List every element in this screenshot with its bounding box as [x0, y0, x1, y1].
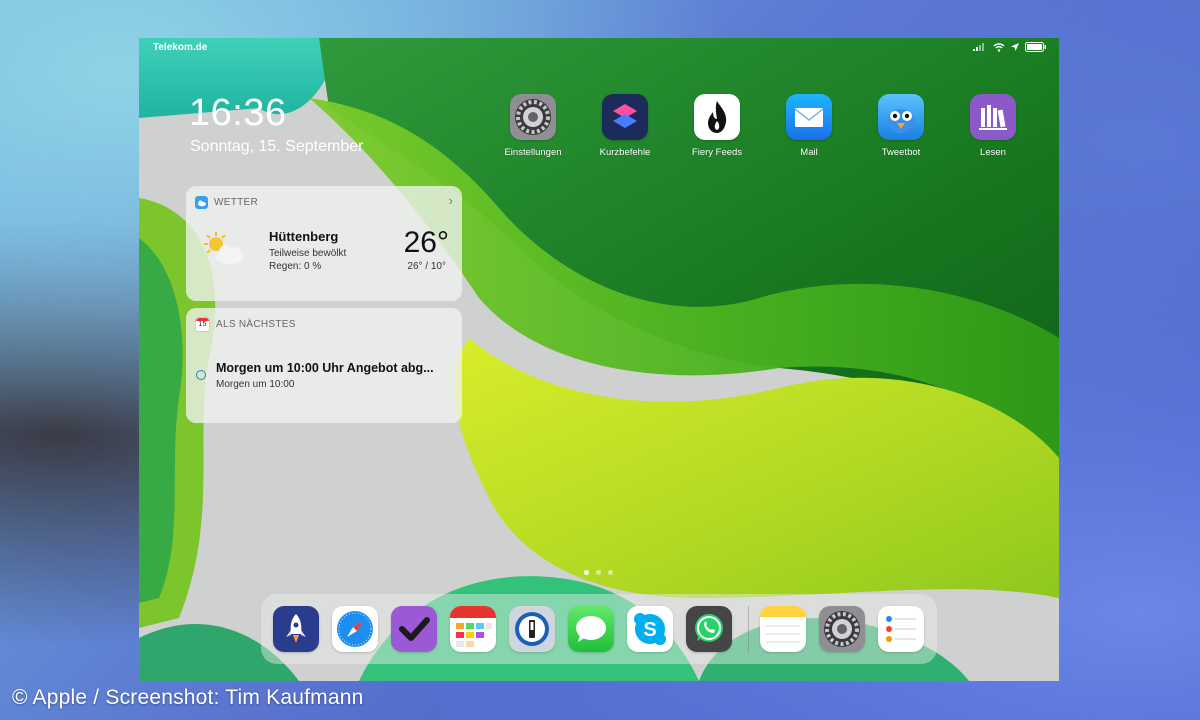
dock: S	[261, 594, 937, 664]
page-dot[interactable]	[584, 570, 589, 575]
password-manager-icon[interactable]	[509, 606, 555, 652]
weather-widget-title: WETTER	[214, 196, 259, 208]
app-einstellungen[interactable]: Einstellungen	[487, 94, 579, 158]
upnext-widget[interactable]: 15 ALS NÄCHSTES Morgen um 10:00 Uhr Ange…	[186, 308, 462, 423]
notes-icon[interactable]	[760, 606, 806, 652]
app-fiery-feeds[interactable]: Fiery Feeds	[671, 94, 763, 158]
calendar-day: 15	[198, 320, 207, 328]
weather-widget[interactable]: WETTER › Hüttenberg Teilweise bewölkt Re…	[186, 186, 462, 301]
weather-condition: Teilweise bewölkt	[269, 248, 347, 259]
svg-text:S: S	[643, 619, 656, 641]
wifi-icon	[993, 42, 1005, 52]
tweetbot-icon	[878, 94, 924, 140]
location-arrow-icon	[1011, 43, 1019, 51]
settings-icon	[510, 94, 556, 140]
app-label: Fiery Feeds	[691, 147, 743, 158]
fantastical-calendar-icon[interactable]	[450, 606, 496, 652]
app-label: Lesen	[980, 147, 1006, 158]
safari-icon[interactable]	[332, 606, 378, 652]
ipad-screen: Telekom.de 16:36 Sonntag, 15. September …	[139, 38, 1059, 681]
upnext-widget-title: ALS NÄCHSTES	[216, 318, 296, 330]
photo-credit: © Apple / Screenshot: Tim Kaufmann	[12, 686, 364, 709]
page-dot[interactable]	[596, 570, 601, 575]
reminders-icon[interactable]	[878, 606, 924, 652]
app-label: Mail	[800, 147, 818, 158]
rocket-icon[interactable]	[273, 606, 319, 652]
checkmark-icon[interactable]	[391, 606, 437, 652]
whatsapp-icon[interactable]	[686, 606, 732, 652]
app-label: Einstellungen	[504, 147, 562, 158]
app-mail[interactable]: Mail	[763, 94, 855, 158]
skype-icon[interactable]: S	[627, 606, 673, 652]
messages-icon[interactable]	[568, 606, 614, 652]
calendar-app-icon: 15	[195, 316, 210, 332]
clock-time: 16:36	[189, 92, 287, 134]
weather-temperature: 26°	[403, 226, 449, 259]
chevron-right-icon[interactable]: ›	[449, 193, 453, 208]
status-bar: Telekom.de	[139, 38, 1059, 58]
weather-rain: Regen: 0 %	[269, 261, 322, 272]
page-indicator[interactable]	[584, 570, 613, 575]
cellular-signal-icon	[973, 43, 984, 51]
event-title[interactable]: Morgen um 10:00 Uhr Angebot abg...	[216, 361, 434, 375]
weather-widget-header: WETTER	[195, 195, 258, 209]
clock-date: Sonntag, 15. September	[190, 138, 364, 155]
weather-temp-range: 26° / 10°	[407, 261, 446, 272]
weather-app-icon	[195, 195, 208, 209]
status-icons	[973, 42, 1047, 52]
app-kurzbefehle[interactable]: Kurzbefehle	[579, 94, 671, 158]
app-label: Tweetbot	[881, 147, 921, 158]
partly-cloudy-icon	[204, 232, 244, 264]
weather-city: Hüttenberg	[269, 229, 339, 244]
books-icon	[970, 94, 1016, 140]
battery-icon	[1025, 42, 1046, 52]
dock-separator	[748, 606, 749, 652]
event-status-circle	[196, 370, 206, 380]
app-lesen[interactable]: Lesen	[947, 94, 1039, 158]
settings-icon[interactable]	[819, 606, 865, 652]
shortcuts-icon	[602, 94, 648, 140]
app-tweetbot[interactable]: Tweetbot	[855, 94, 947, 158]
mail-icon	[786, 94, 832, 140]
event-time: Morgen um 10:00	[216, 379, 295, 390]
upnext-widget-header: 15 ALS NÄCHSTES	[195, 316, 296, 332]
flame-icon	[694, 94, 740, 140]
page-dot[interactable]	[608, 570, 613, 575]
app-label: Kurzbefehle	[599, 147, 651, 158]
carrier-label: Telekom.de	[153, 42, 208, 53]
